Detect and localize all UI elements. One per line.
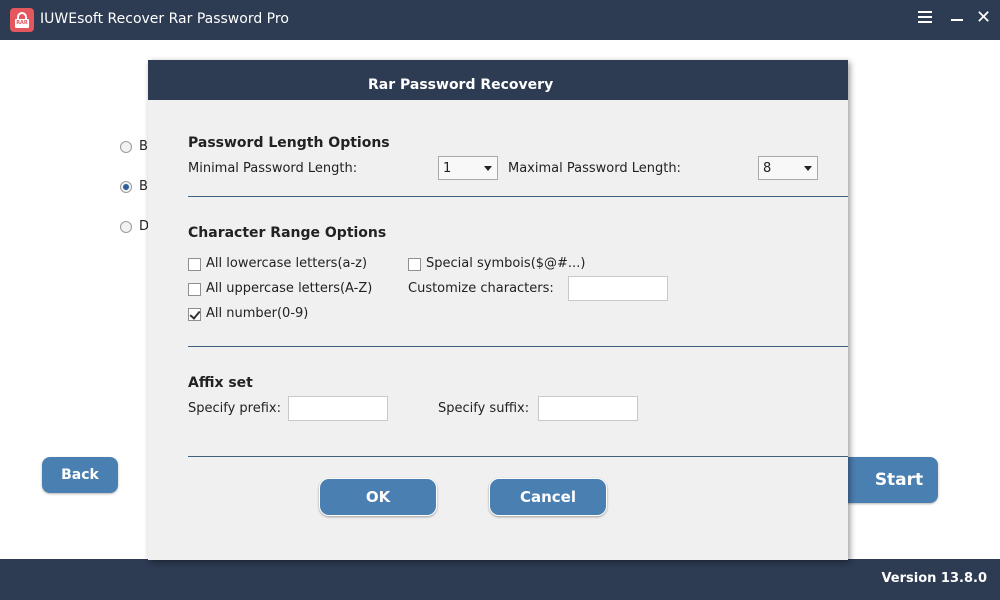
customize-characters-input[interactable] [568, 276, 668, 301]
app-lock-icon: RAR [10, 8, 34, 32]
suffix-label: Specify suffix: [438, 401, 530, 416]
prefix-input[interactable] [288, 396, 388, 421]
max-length-label: Maximal Password Length: [508, 161, 681, 176]
lowercase-label: All lowercase letters(a-z) [206, 256, 368, 271]
divider [188, 456, 848, 457]
dialog-title: Rar Password Recovery [368, 77, 554, 93]
close-icon[interactable]: ✕ [976, 8, 991, 28]
status-bar: Version 13.8.0 [0, 559, 1000, 600]
lowercase-checkbox[interactable] [188, 258, 201, 271]
special-symbols-label: Special symbois($@#...) [426, 256, 586, 271]
chevron-down-icon [804, 166, 812, 171]
max-length-select[interactable]: 8 [758, 156, 818, 180]
radio-option-1[interactable] [120, 141, 132, 153]
number-checkbox[interactable] [188, 308, 201, 321]
back-button[interactable]: Back [42, 457, 118, 493]
divider [188, 196, 848, 197]
character-range-title: Character Range Options [188, 225, 387, 241]
radio-option-3[interactable] [120, 221, 132, 233]
min-length-value: 1 [443, 161, 452, 176]
uppercase-checkbox[interactable] [188, 283, 201, 296]
chevron-down-icon [484, 166, 492, 171]
ok-button[interactable]: OK [319, 478, 437, 516]
radio-option-2[interactable] [120, 181, 132, 193]
dialog-header: Rar Password Recovery [148, 60, 848, 100]
menu-icon[interactable] [918, 11, 932, 23]
suffix-input[interactable] [538, 396, 638, 421]
app-title: IUWEsoft Recover Rar Password Pro [40, 11, 289, 27]
max-length-value: 8 [763, 161, 772, 176]
min-length-label: Minimal Password Length: [188, 161, 358, 176]
password-length-title: Password Length Options [188, 135, 390, 151]
uppercase-label: All uppercase letters(A-Z) [206, 281, 373, 296]
rar-password-recovery-dialog: Rar Password Recovery Password Length Op… [148, 60, 848, 560]
radio-option-2-label: B [139, 179, 148, 194]
special-symbols-checkbox[interactable] [408, 258, 421, 271]
minimize-icon[interactable] [951, 19, 963, 21]
number-label: All number(0-9) [206, 306, 309, 321]
version-label: Version 13.8.0 [881, 571, 987, 586]
radio-option-1-label: B [139, 139, 148, 154]
title-bar: RAR IUWEsoft Recover Rar Password Pro ✕ [0, 0, 1000, 40]
customize-characters-label: Customize characters: [408, 281, 554, 296]
prefix-label: Specify prefix: [188, 401, 282, 416]
divider [188, 346, 848, 347]
min-length-select[interactable]: 1 [438, 156, 498, 180]
cancel-button[interactable]: Cancel [489, 478, 607, 516]
affix-set-title: Affix set [188, 375, 253, 391]
